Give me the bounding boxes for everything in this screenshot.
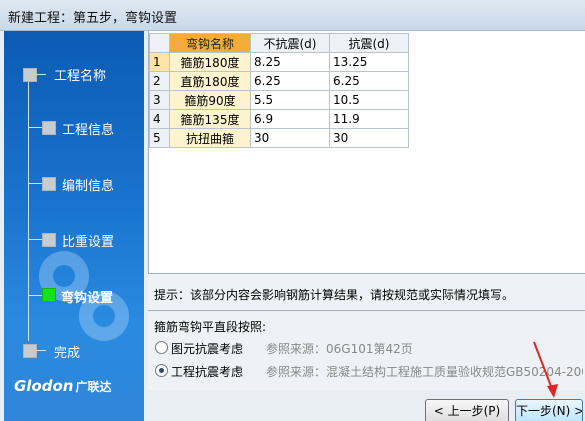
- nonseismic-cell[interactable]: 6.9: [250, 109, 330, 129]
- step-project-info[interactable]: 工程信息: [62, 119, 114, 138]
- seismic-cell[interactable]: 10.5: [329, 90, 409, 110]
- wizard-steps-panel: 工程名称 工程信息 编制信息 比重设置 弯钩设置 完成 Glodon 广联达: [4, 31, 144, 421]
- window-title: 新建工程：第五步，弯钩设置: [8, 11, 178, 26]
- option-element-seismic-label[interactable]: 图元抗震考虑: [171, 340, 243, 357]
- pointer-arrow-icon: [533, 341, 558, 398]
- row-number[interactable]: 3: [149, 90, 170, 110]
- step-compile-info[interactable]: 编制信息: [62, 175, 114, 194]
- step-finish[interactable]: 完成: [54, 342, 80, 361]
- glodon-logo: Glodon 广联达: [14, 377, 112, 395]
- step-marker-3: [42, 177, 56, 191]
- logo-text-cn: 广联达: [75, 380, 112, 394]
- step-connector-5: [28, 295, 42, 296]
- option-project-seismic-label[interactable]: 工程抗震考虑: [171, 363, 243, 380]
- hook-name-cell[interactable]: 抗扭曲箍: [169, 128, 251, 148]
- step-marker-5-active: [42, 288, 56, 302]
- step-marker-4: [42, 233, 56, 247]
- table-row: 4 箍筋135度 6.9 11.9: [149, 109, 409, 129]
- options-title: 箍筋弯钩平直段按照:: [154, 320, 267, 334]
- table-row: 5 抗扭曲箍 30 30: [149, 128, 409, 148]
- step-marker-2: [42, 121, 56, 135]
- hook-name-cell[interactable]: 直筋180度: [169, 71, 251, 91]
- table-row: 2 直筋180度 6.25 6.25: [149, 71, 409, 91]
- seismic-cell[interactable]: 13.25: [329, 52, 409, 72]
- table-row: 3 箍筋90度 5.5 10.5: [149, 90, 409, 110]
- seismic-cell[interactable]: 30: [329, 128, 409, 148]
- step-hook-settings[interactable]: 弯钩设置: [61, 287, 113, 306]
- logo-text-en: Glodon: [14, 377, 74, 395]
- step-connector-1: [36, 74, 46, 75]
- step-connector-2: [28, 127, 42, 128]
- step-connector-4: [28, 239, 42, 240]
- hook-table: 弯钩名称 不抗震(d) 抗震(d) 1 箍筋180度 8.25 13.25 2 …: [149, 33, 409, 148]
- prev-button[interactable]: < 上一步(P): [425, 399, 509, 421]
- wizard-dialog: 新建工程：第五步，弯钩设置 工程名称 工程信息 编制信息 比重设置 弯钩设置 完…: [0, 0, 585, 421]
- row-number[interactable]: 2: [149, 71, 170, 91]
- hint-text: 提示：该部分内容会影响钢筋计算结果，请按规范或实际情况填写。: [154, 288, 515, 302]
- nonseismic-cell[interactable]: 30: [250, 128, 330, 148]
- step-connector-3: [28, 183, 42, 184]
- col-header-nonseismic[interactable]: 不抗震(d): [250, 33, 330, 53]
- step-density-settings[interactable]: 比重设置: [62, 231, 114, 250]
- table-header-row: 弯钩名称 不抗震(d) 抗震(d): [149, 33, 409, 53]
- row-number[interactable]: 5: [149, 128, 170, 148]
- nonseismic-cell[interactable]: 8.25: [250, 52, 330, 72]
- hint-bar: 提示：该部分内容会影响钢筋计算结果，请按规范或实际情况填写。: [148, 274, 585, 311]
- row-number[interactable]: 4: [149, 109, 170, 129]
- nonseismic-cell[interactable]: 5.5: [250, 90, 330, 110]
- row-number[interactable]: 1: [149, 52, 170, 72]
- nonseismic-cell[interactable]: 6.25: [250, 71, 330, 91]
- step-connector-6: [36, 350, 46, 351]
- hook-name-cell[interactable]: 箍筋135度: [169, 109, 251, 129]
- hook-table-area: 弯钩名称 不抗震(d) 抗震(d) 1 箍筋180度 8.25 13.25 2 …: [148, 31, 585, 274]
- seismic-cell[interactable]: 6.25: [329, 71, 409, 91]
- stirrup-hook-options: 箍筋弯钩平直段按照: 图元抗震考虑 参照来源：06G101第42页 工程抗震考虑…: [148, 312, 585, 390]
- next-button[interactable]: 下一步(N) >: [515, 399, 583, 421]
- table-row: 1 箍筋180度 8.25 13.25: [149, 52, 409, 72]
- table-corner[interactable]: [149, 33, 170, 53]
- radio-project-seismic[interactable]: [155, 364, 168, 377]
- hook-name-cell[interactable]: 箍筋90度: [169, 90, 251, 110]
- title-bar: 新建工程：第五步，弯钩设置: [0, 0, 585, 31]
- hook-name-cell[interactable]: 箍筋180度: [169, 52, 251, 72]
- option-element-seismic-ref: 参照来源：06G101第42页: [266, 342, 413, 356]
- col-header-hook-name[interactable]: 弯钩名称: [169, 33, 251, 53]
- radio-element-seismic[interactable]: [155, 341, 168, 354]
- col-header-seismic[interactable]: 抗震(d): [329, 33, 409, 53]
- step-tree-line: [28, 74, 29, 341]
- step-project-name[interactable]: 工程名称: [54, 65, 106, 84]
- step-marker-6: [23, 344, 37, 358]
- step-marker-1: [23, 68, 37, 82]
- seismic-cell[interactable]: 11.9: [329, 109, 409, 129]
